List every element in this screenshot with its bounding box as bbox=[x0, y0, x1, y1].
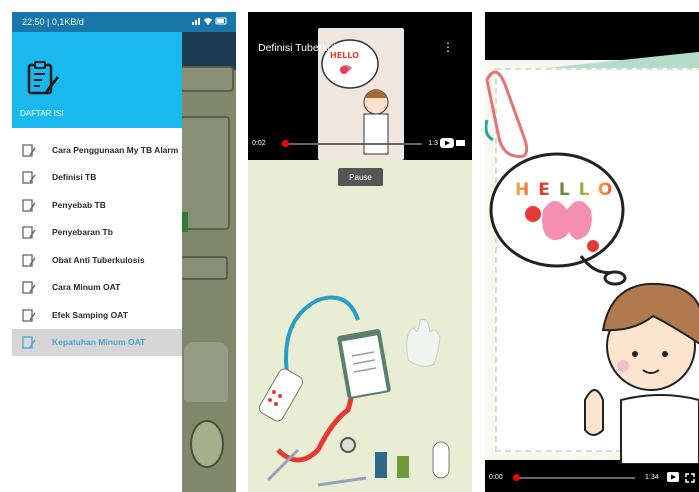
clipboard-icon bbox=[27, 61, 59, 95]
menu-item-label: Penyebaran Tb bbox=[52, 227, 113, 238]
menu-item-label: Cara Penggunaan My TB Alarm bbox=[52, 144, 179, 155]
background-button bbox=[182, 212, 188, 232]
medical-tools-illustration bbox=[258, 295, 450, 487]
menu-item-cara-minum-oat[interactable]: Cara Minum OAT bbox=[12, 274, 182, 302]
hello-text: HELLO bbox=[515, 180, 621, 200]
youtube-logo-icon[interactable] bbox=[440, 137, 466, 149]
background-glove bbox=[184, 342, 228, 402]
fullscreen-video-screenshot: HELLO 0:00 1:34 bbox=[485, 12, 699, 492]
menu-item-penyebab-tb[interactable]: Penyebab TB bbox=[12, 191, 182, 219]
video-progress-bar[interactable] bbox=[282, 140, 422, 147]
drawer-screenshot: 22:50 | 0,1KB/d DAFTAR ISI Cara Pengguna… bbox=[12, 12, 236, 492]
menu-item-label: Obat Anti Tuberkulosis bbox=[52, 254, 145, 265]
menu-item-label: Kepatuhan Minum OAT bbox=[52, 337, 146, 348]
youtube-logo-icon[interactable] bbox=[667, 472, 679, 482]
progress-thumb[interactable] bbox=[282, 140, 289, 147]
menu-item-cara-penggunaan[interactable]: Cara Penggunaan My TB Alarm bbox=[12, 136, 182, 164]
menu-item-kepatuhan-minum-oat[interactable]: Kepatuhan Minum OAT bbox=[12, 328, 182, 356]
menu-item-definisi-tb[interactable]: Definisi TB bbox=[12, 164, 182, 192]
drawer-header: DAFTAR ISI bbox=[12, 32, 182, 128]
video-progress-bar[interactable] bbox=[513, 474, 635, 481]
background-input bbox=[180, 256, 228, 280]
clipboard-icon bbox=[22, 226, 36, 239]
video-player-screenshot: HELLO Definisi Tuberkulosis ⋮ 0:02 1:3 P… bbox=[248, 12, 472, 492]
menu-item-label: Efek Samping OAT bbox=[52, 309, 128, 320]
status-icons bbox=[192, 16, 228, 28]
pause-button[interactable]: Pause bbox=[338, 168, 383, 186]
menu-item-label: Penyebab TB bbox=[52, 199, 106, 210]
video-current-time: 0:02 bbox=[252, 140, 266, 147]
menu-item-label: Definisi TB bbox=[52, 172, 97, 183]
fullscreen-icon[interactable] bbox=[685, 473, 695, 483]
menu-item-efek-samping-oat[interactable]: Efek Samping OAT bbox=[12, 301, 182, 329]
status-bar: 22:50 | 0,1KB/d bbox=[12, 12, 236, 32]
clipboard-icon bbox=[22, 144, 36, 157]
clipboard-icon bbox=[22, 199, 36, 212]
video-current-time: 0:00 bbox=[489, 474, 503, 481]
clipboard-icon bbox=[22, 309, 36, 322]
navigation-drawer: DAFTAR ISI Cara Penggunaan My TB Alarm D… bbox=[12, 32, 182, 492]
progress-thumb[interactable] bbox=[513, 474, 520, 481]
clipboard-icon bbox=[22, 254, 36, 267]
background-field bbox=[180, 66, 234, 92]
drawer-menu: Cara Penggunaan My TB Alarm Definisi TB … bbox=[12, 136, 182, 356]
video-title: Definisi Tuberkulosis bbox=[258, 42, 355, 54]
video-page-background bbox=[248, 160, 472, 492]
clipboard-icon bbox=[22, 281, 36, 294]
background-device bbox=[190, 420, 224, 468]
menu-item-penyebaran-tb[interactable]: Penyebaran Tb bbox=[12, 219, 182, 247]
video-duration: 1:34 bbox=[645, 474, 659, 481]
video-duration: 1:3 bbox=[428, 140, 438, 147]
clipboard-icon bbox=[22, 171, 36, 184]
clipboard-icon bbox=[22, 336, 36, 349]
hello-doctor-illustration bbox=[485, 70, 699, 464]
menu-item-obat-anti-tuberkulosis[interactable]: Obat Anti Tuberkulosis bbox=[12, 246, 182, 274]
app-bar-background bbox=[182, 32, 236, 70]
video-player[interactable]: HELLO Definisi Tuberkulosis ⋮ 0:02 1:3 bbox=[248, 12, 472, 160]
menu-item-label: Cara Minum OAT bbox=[52, 282, 121, 293]
hello-letters: HELLO bbox=[515, 180, 622, 200]
status-time: 22:50 | 0,1KB/d bbox=[22, 17, 84, 27]
more-options-icon[interactable]: ⋮ bbox=[442, 40, 454, 54]
drawer-title: DAFTAR ISI bbox=[20, 109, 64, 118]
